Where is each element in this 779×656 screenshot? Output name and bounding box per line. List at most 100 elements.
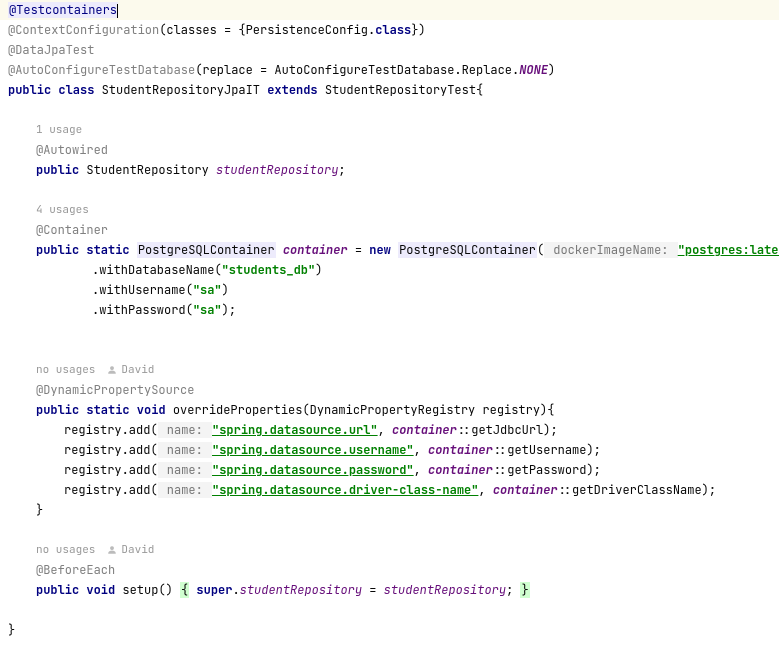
close: ); (222, 302, 236, 318)
string-password: "sa" (193, 302, 222, 318)
method-call: .withUsername( (92, 282, 193, 298)
text: ) (548, 62, 555, 78)
annotation-autowired: @Autowired (36, 142, 108, 158)
comma: , (378, 422, 392, 438)
eq: = (362, 582, 384, 598)
code-line-4[interactable]: @AutoConfigureTestDatabase(replace = Aut… (0, 60, 779, 80)
usages-count: no usages (36, 540, 95, 560)
suffix: ::getUsername); (493, 442, 601, 458)
usages-count: 4 usages (36, 200, 89, 220)
brace-open: { (180, 582, 189, 598)
code-line-24[interactable]: @BeforeEach (0, 560, 779, 580)
method-setup: setup() (122, 582, 180, 598)
string-ds-username: "spring.datasource.username" (212, 442, 414, 458)
annotation-datajpa: @DataJpaTest (8, 42, 94, 58)
code-line-10[interactable]: @Container (0, 220, 779, 240)
field-studentrepo-rhs: studentRepository (384, 582, 506, 598)
param-hint-name: name: (158, 422, 212, 438)
code-line-2[interactable]: @ContextConfiguration(classes = {Persist… (0, 20, 779, 40)
code-line-18[interactable]: registry.add( name: "spring.datasource.u… (0, 420, 779, 440)
brace-close-class: } (8, 622, 15, 638)
method-call: .withPassword( (92, 302, 193, 318)
author-hint: David (107, 540, 154, 560)
annotation-container: @Container (36, 222, 108, 238)
usage-hint-3[interactable]: no usagesDavid (0, 360, 779, 380)
kw-public-static: public static (36, 242, 137, 258)
code-line-13[interactable]: .withUsername("sa") (0, 280, 779, 300)
ref-container: container (493, 482, 558, 498)
ref-container: container (428, 442, 493, 458)
field-studentrepo: studentRepository (216, 162, 338, 178)
code-line-19[interactable]: registry.add( name: "spring.datasource.u… (0, 440, 779, 460)
paren-open: ( (537, 242, 544, 258)
suffix: ::getJdbcUrl); (457, 422, 558, 438)
code-line-21[interactable]: registry.add( name: "spring.datasource.d… (0, 480, 779, 500)
comma: , (414, 462, 428, 478)
code-line-22[interactable]: } (0, 500, 779, 520)
person-icon (107, 365, 117, 375)
code-line-16[interactable]: @DynamicPropertySource (0, 380, 779, 400)
usage-hint-1[interactable]: 1 usage (0, 120, 779, 140)
ref-container: container (428, 462, 493, 478)
comma: , (478, 482, 492, 498)
kw-super: super (196, 582, 232, 598)
string-username: "sa" (193, 282, 222, 298)
annotation-testcontainers: @Testcontainers (8, 2, 118, 18)
author-name: David (121, 360, 154, 380)
code-line-25[interactable]: public void setup() { super.studentRepos… (0, 580, 779, 600)
const-none: NONE (519, 62, 548, 78)
type-postgrescontainer: PostgreSQLContainer (137, 242, 276, 258)
code-line-11[interactable]: public static PostgreSQLContainer contai… (0, 240, 779, 260)
call-prefix: registry.add( (64, 442, 158, 458)
code-line-7[interactable]: @Autowired (0, 140, 779, 160)
annotation-dynpropsrc: @DynamicPropertySource (36, 382, 194, 398)
field-super-studentrepo: studentRepository (240, 582, 362, 598)
space (276, 242, 283, 258)
code-line-8[interactable]: public StudentRepository studentReposito… (0, 160, 779, 180)
brace-close: } (36, 502, 43, 518)
usage-hint-4[interactable]: no usages David (0, 540, 779, 560)
suffix: ::getPassword); (493, 462, 601, 478)
type-studentrepo: StudentRepository (86, 162, 216, 178)
class-name: StudentRepositoryJpaIT (102, 82, 268, 98)
method-sig: (DynamicPropertyRegistry registry){ (302, 402, 554, 418)
text: (replace = (195, 62, 274, 78)
call-prefix: registry.add( (64, 482, 158, 498)
usage-hint-2[interactable]: 4 usages (0, 200, 779, 220)
text-caret (117, 4, 118, 18)
blank-line[interactable] (0, 600, 779, 620)
kw-new: new (369, 242, 398, 258)
code-line-12[interactable]: .withDatabaseName("students_db") (0, 260, 779, 280)
string-dbname: "students_db" (222, 262, 316, 278)
suffix: ::getDriverClassName); (558, 482, 716, 498)
call-prefix: registry.add( (64, 422, 158, 438)
text: }) (411, 22, 425, 38)
code-line-3[interactable]: @DataJpaTest (0, 40, 779, 60)
author-hint: David (107, 360, 154, 380)
call-prefix: registry.add( (64, 462, 158, 478)
method-call: .withDatabaseName( (92, 262, 222, 278)
usages-count: 1 usage (36, 120, 82, 140)
kw-public-class: public class (8, 82, 102, 98)
code-line-14[interactable]: .withPassword("sa"); (0, 300, 779, 320)
string-postgres-latest: "postgres:latest" (678, 242, 779, 258)
string-ds-driver: "spring.datasource.driver-class-name" (212, 482, 478, 498)
blank-line[interactable] (0, 180, 779, 200)
code-line-26[interactable]: } (0, 620, 779, 640)
kw-extends: extends (267, 82, 325, 98)
blank-line[interactable] (0, 320, 779, 340)
close: ) (315, 262, 322, 278)
code-line-5[interactable]: public class StudentRepositoryJpaIT exte… (0, 80, 779, 100)
method-name: overrideProperties (173, 402, 303, 418)
code-line-17[interactable]: public static void overrideProperties(Dy… (0, 400, 779, 420)
type-ref: AutoConfigureTestDatabase.Replace (274, 62, 512, 78)
param-hint-name: name: (158, 462, 212, 478)
blank-line[interactable] (0, 100, 779, 120)
code-line-1[interactable]: @Testcontainers (0, 0, 779, 20)
annotation-contextconfig: @ContextConfiguration (8, 22, 159, 38)
kw-publicstaticvoid: public static void (36, 402, 173, 418)
blank-line[interactable] (0, 520, 779, 540)
ref-container: container (392, 422, 457, 438)
blank-line[interactable] (0, 340, 779, 360)
code-line-20[interactable]: registry.add( name: "spring.datasource.p… (0, 460, 779, 480)
